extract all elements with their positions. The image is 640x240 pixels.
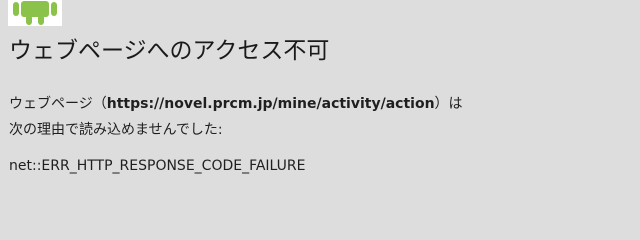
error-title: ウェブページへのアクセス不可 (9, 38, 330, 64)
error-page: ウェブページへのアクセス不可 ウェブページ（https://novel.prcm… (0, 0, 640, 240)
android-error-icon (8, 0, 62, 26)
error-description: ウェブページ（https://novel.prcm.jp/mine/activi… (9, 91, 471, 143)
error-description-prefix: ウェブページ（ (9, 96, 107, 112)
failed-url: https://novel.prcm.jp/mine/activity/acti… (106, 96, 435, 112)
error-code: net::ERR_HTTP_RESPONSE_CODE_FAILURE (9, 158, 306, 174)
